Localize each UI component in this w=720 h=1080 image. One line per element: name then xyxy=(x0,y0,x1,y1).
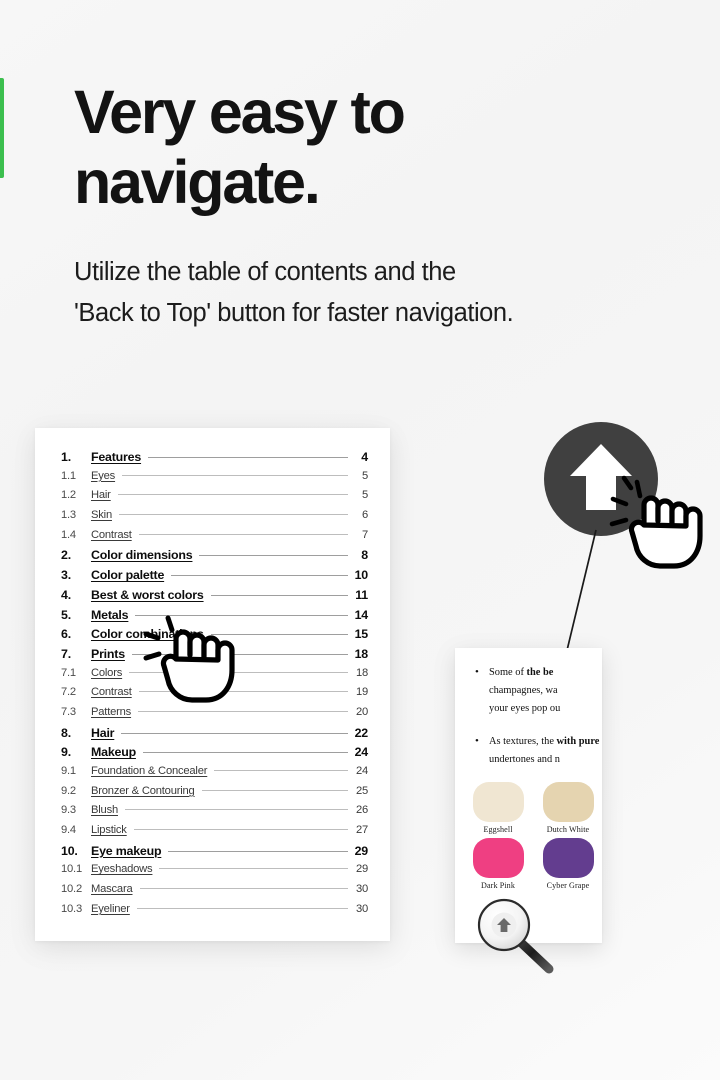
document-bullet-list: Some of the be champagnes, wa your eyes po… xyxy=(475,663,602,769)
color-swatch-chip xyxy=(472,782,524,823)
color-swatch: Dark Pink xyxy=(467,837,529,891)
color-swatch: Dutch White xyxy=(537,782,599,835)
color-swatch: Eggshell xyxy=(467,782,529,835)
color-swatch-label: Cyber Grape xyxy=(546,880,590,890)
bullet-text: As textures, the xyxy=(489,735,557,747)
document-bullet: Some of the be champagnes, wa your eyes po… xyxy=(475,663,602,718)
color-swatch-label: Eggshell xyxy=(483,825,513,835)
bullet-text-bold: with pure pigm xyxy=(556,735,602,747)
bullet-text: Some of xyxy=(489,667,527,678)
color-swatch: Cyber Grape xyxy=(537,837,599,891)
color-swatch-chip xyxy=(472,837,524,878)
color-swatch-chip xyxy=(542,782,594,823)
bullet-text-line: undertones and n xyxy=(489,753,560,765)
color-swatch-chip xyxy=(542,837,594,878)
bullet-text-bold: the be xyxy=(526,667,554,678)
callout-connector-line xyxy=(502,529,597,917)
bullet-text-line: your eyes pop ou xyxy=(489,702,561,714)
bullet-text-line: champagnes, wa xyxy=(489,684,558,696)
magnifier-icon xyxy=(477,898,554,974)
document-bullet: As textures, the with pure pigm undertone… xyxy=(475,732,602,769)
color-swatch-label: Dark Pink xyxy=(481,880,515,890)
color-swatch-label: Dutch White xyxy=(546,825,590,835)
color-swatch-grid: Eggshell Dutch White Dark Pink Cyber Grape xyxy=(467,782,602,891)
